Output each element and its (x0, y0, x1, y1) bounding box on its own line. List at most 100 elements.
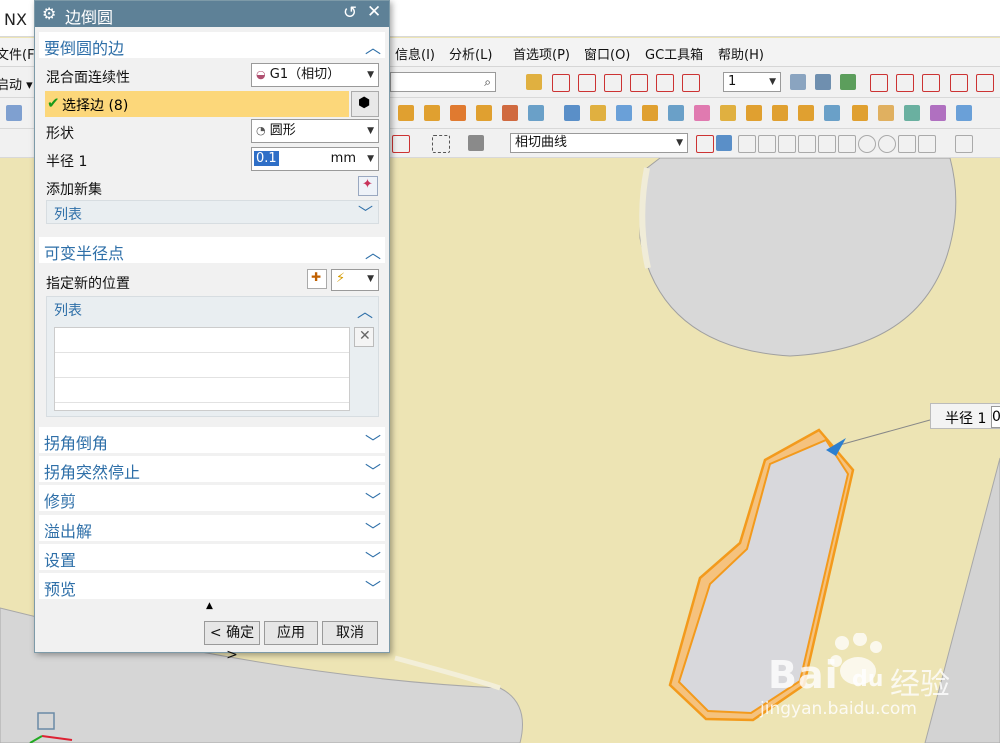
list-label: 列表 (54, 207, 82, 223)
snap-point-on-curve-icon[interactable] (898, 135, 916, 153)
pad-icon[interactable] (642, 105, 658, 121)
table-row[interactable] (55, 353, 349, 378)
table-row[interactable] (55, 378, 349, 403)
menu-help[interactable]: 帮助(H) (718, 44, 764, 63)
radius-label: 半径 1 (46, 154, 88, 170)
sew-icon[interactable] (930, 105, 946, 121)
wcs-icon[interactable] (870, 74, 888, 92)
radius-tag-value[interactable]: 0 (991, 406, 1000, 428)
snap-arc-center-icon[interactable] (858, 135, 876, 153)
wcs-rotate-icon[interactable] (922, 74, 940, 92)
menu-info[interactable]: 信息(I) (395, 44, 435, 63)
point-dialog-button[interactable]: ✚ (307, 269, 327, 289)
scale-body-icon[interactable] (878, 105, 894, 121)
revolve-icon[interactable] (424, 105, 440, 121)
subtract-icon[interactable] (502, 105, 518, 121)
snap-end-icon[interactable] (758, 135, 776, 153)
select-filter-icon[interactable] (392, 135, 410, 153)
snap-point-icon[interactable] (738, 135, 756, 153)
offset-curve-icon[interactable] (682, 74, 700, 92)
unite-icon[interactable] (476, 105, 492, 121)
mirror-icon[interactable] (564, 105, 580, 121)
section-variable-header[interactable]: 可变半径点 ︿ (39, 237, 385, 263)
sketch-icon[interactable] (526, 74, 542, 90)
menu-preferences[interactable]: 首选项(P) (513, 44, 570, 63)
point-list-table[interactable] (54, 327, 350, 411)
section-settings-header[interactable]: 设置 ﹀ (39, 544, 385, 570)
snap-center-icon[interactable] (838, 135, 856, 153)
snap-quadrant-icon[interactable] (878, 135, 896, 153)
apply-button[interactable]: 应用 (264, 621, 318, 645)
ok-button[interactable]: < 确定 > (204, 621, 260, 663)
edge-blend-icon[interactable] (720, 105, 736, 121)
section-preview-header[interactable]: 预览 ﹀ (39, 573, 385, 599)
move-to-layer-icon[interactable] (815, 74, 831, 90)
box-select-icon[interactable] (432, 135, 450, 153)
section-trim-header[interactable]: 修剪 ﹀ (39, 485, 385, 511)
thicken-icon[interactable] (904, 105, 920, 121)
draft-icon[interactable] (798, 105, 814, 121)
boss-icon[interactable] (616, 105, 632, 121)
continuity-select[interactable]: ◒ G1（相切） ▼ (251, 63, 379, 87)
groove-icon[interactable] (694, 105, 710, 121)
start-menu-button[interactable]: 启动 ▾ (0, 74, 33, 93)
snap-control-icon[interactable] (798, 135, 816, 153)
wcs-orient-icon[interactable] (976, 74, 994, 92)
inferred-point-icon: ⚡ (336, 271, 346, 286)
snap-intersection-icon[interactable] (818, 135, 836, 153)
intersect-icon[interactable] (528, 105, 544, 121)
select-edge-row[interactable]: ✔ 选择边 (8) (45, 91, 349, 117)
pattern-icon[interactable] (450, 105, 466, 121)
hole-icon[interactable] (590, 105, 606, 121)
chamfer-curve-icon[interactable] (656, 74, 674, 92)
snap-grid-icon[interactable] (955, 135, 973, 153)
spline-icon[interactable] (604, 74, 622, 92)
radius-value[interactable]: 0.1 (254, 151, 279, 166)
curve-rule-select[interactable]: 相切曲线 ▼ (510, 133, 688, 153)
layer-settings-icon[interactable] (790, 74, 806, 90)
patch-icon[interactable] (956, 105, 972, 121)
copy-to-layer-icon[interactable] (840, 74, 856, 90)
wcs-origin-icon[interactable] (896, 74, 914, 92)
chevron-up-icon[interactable]: ︿ (357, 298, 373, 322)
follow-fillet-icon[interactable] (716, 135, 732, 151)
command-search-input[interactable]: ⌕ (390, 72, 496, 92)
line-icon[interactable] (552, 74, 570, 92)
view-cube-icon[interactable] (6, 105, 22, 121)
remove-point-button[interactable]: ✕ (354, 327, 374, 347)
radius-onscreen-input[interactable]: 半径 1 0 (930, 403, 1000, 429)
edge-set-list-header[interactable]: 列表 ﹀ (46, 200, 379, 224)
snap-mid-icon[interactable] (778, 135, 796, 153)
collapse-arrow-icon[interactable]: ▲ (206, 601, 213, 611)
reset-icon[interactable]: ↺ (343, 3, 357, 23)
menu-analysis[interactable]: 分析(L) (449, 44, 492, 63)
chamfer-icon[interactable] (746, 105, 762, 121)
trim-body-icon[interactable] (824, 105, 840, 121)
section-corner-stop-header[interactable]: 拐角突然停止 ﹀ (39, 456, 385, 482)
arc-icon[interactable] (578, 74, 596, 92)
pocket-icon[interactable] (668, 105, 684, 121)
menu-window[interactable]: 窗口(O) (584, 44, 630, 63)
layer-select[interactable]: 1 ▼ (723, 72, 781, 92)
fillet-curve-icon[interactable] (630, 74, 648, 92)
point-type-select[interactable]: ⚡ ▼ (331, 269, 379, 291)
select-edge-button[interactable]: ⬢ (351, 91, 379, 117)
menu-gc-toolbox[interactable]: GC工具箱 (645, 44, 703, 63)
wcs-dynamic-icon[interactable] (950, 74, 968, 92)
offset-face-icon[interactable] (852, 105, 868, 121)
table-row[interactable] (55, 328, 349, 353)
dialog-title-bar[interactable]: ⚙ 边倒圆 ↺ ✕ (35, 1, 389, 27)
shape-select[interactable]: ◔ 圆形 ▼ (251, 119, 379, 143)
stop-at-intersection-icon[interactable] (696, 135, 714, 153)
section-edges-header[interactable]: 要倒圆的边 ︿ (39, 32, 385, 58)
section-corner-setback-header[interactable]: 拐角倒角 ﹀ (39, 427, 385, 453)
select-body-icon[interactable] (468, 135, 484, 151)
section-overflow-header[interactable]: 溢出解 ﹀ (39, 515, 385, 541)
radius-input[interactable]: 0.1 mm ▼ (251, 147, 379, 171)
close-icon[interactable]: ✕ (367, 2, 381, 22)
shell-icon[interactable] (772, 105, 788, 121)
cancel-button[interactable]: 取消 (322, 621, 378, 645)
add-new-set-button[interactable]: ✦ (358, 176, 378, 196)
extrude-icon[interactable] (398, 105, 414, 121)
snap-tangent-icon[interactable] (918, 135, 936, 153)
